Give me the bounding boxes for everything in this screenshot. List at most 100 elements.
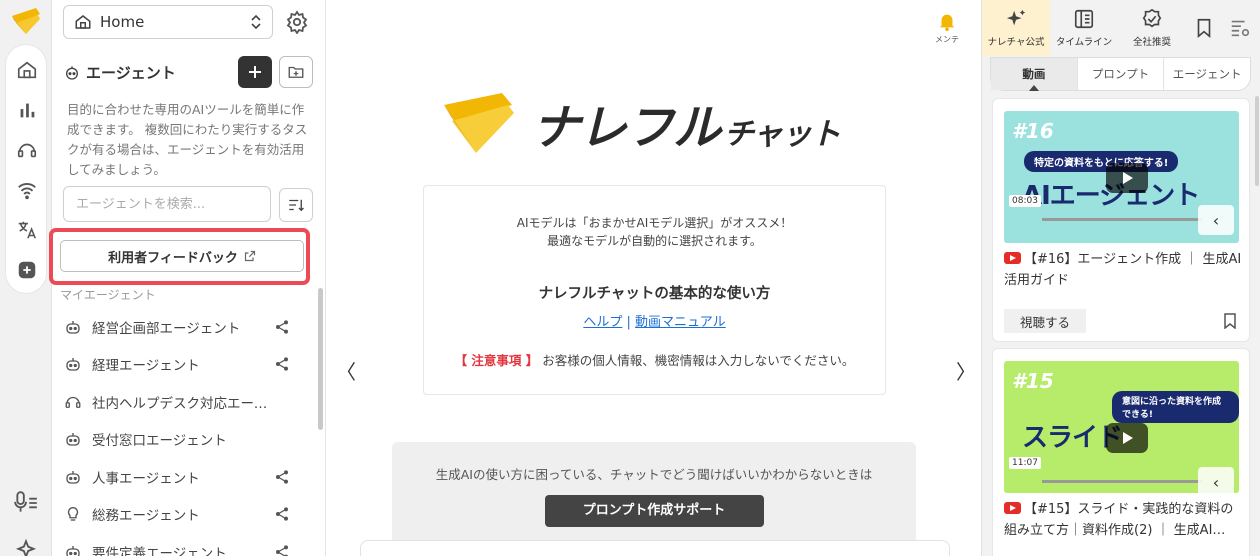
feedback-button[interactable]: 利用者フィードバック bbox=[60, 240, 304, 272]
add-icon[interactable] bbox=[6, 251, 48, 289]
brand-main: ナレフル bbox=[532, 100, 721, 156]
video-progress[interactable] bbox=[1042, 218, 1202, 221]
badge-check-icon bbox=[1142, 8, 1162, 28]
agent-list-item[interactable]: 経営企画部エージェント bbox=[52, 308, 314, 346]
plus-icon bbox=[249, 66, 261, 78]
voice-list-icon[interactable] bbox=[13, 490, 39, 516]
bookmark-icon[interactable] bbox=[1223, 313, 1237, 329]
chat-input[interactable] bbox=[360, 540, 950, 556]
feedback-label: 利用者フィードバック bbox=[108, 250, 238, 266]
rail-nav bbox=[5, 44, 47, 294]
agent-search-input[interactable] bbox=[63, 186, 271, 222]
carousel-prev-button[interactable]: 〈 bbox=[336, 356, 356, 385]
sort-icon bbox=[289, 199, 304, 212]
model-tip-line2: 最適なモデルが自動的に選択されます。 bbox=[547, 234, 762, 248]
translate-icon[interactable] bbox=[6, 211, 48, 249]
home-icon bbox=[75, 15, 91, 29]
updown-chevron-icon bbox=[251, 14, 261, 30]
agent-list-item[interactable]: 受付窓口エージェント bbox=[52, 421, 314, 459]
notice: 【 注意事項 】 お客様の個人情報、機密情報は入力しないでください。 bbox=[424, 350, 885, 369]
agent-list-item[interactable]: 経理エージェント bbox=[52, 346, 314, 384]
app-logo-icon[interactable] bbox=[10, 6, 44, 36]
headset-icon[interactable] bbox=[6, 131, 48, 169]
create-agent-button[interactable] bbox=[238, 56, 272, 88]
new-folder-button[interactable] bbox=[279, 56, 313, 88]
wifi-icon[interactable] bbox=[6, 171, 48, 209]
video-card[interactable]: #16 特定の資料をもとに応答する! AIエージェント 08:03 ‹ 【#16… bbox=[992, 98, 1250, 342]
help-link[interactable]: ヘルプ bbox=[583, 315, 622, 330]
sparkle-icon[interactable] bbox=[13, 538, 39, 556]
episode-badge: #15 bbox=[1012, 369, 1054, 393]
video-duration: 11:07 bbox=[1009, 457, 1041, 469]
agent-name: 人事エージェント bbox=[92, 470, 200, 487]
video-thumbnail[interactable]: #16 特定の資料をもとに応答する! AIエージェント 08:03 ‹ bbox=[1004, 111, 1239, 243]
headset-icon bbox=[65, 396, 81, 408]
video-duration: 08:03 bbox=[1009, 195, 1041, 207]
agent-sidebar: Home エージェント 目的に合わせた専用のAIツールを簡単に作成できます。 複… bbox=[49, 0, 326, 556]
agent-list-item[interactable]: 要件定義エージェント bbox=[52, 533, 314, 556]
tab-recommended[interactable]: 全社推奨 bbox=[1118, 0, 1186, 56]
video-thumbnail[interactable]: #15 意図に沿った資料を作成できる! スライド 11:07 ‹ bbox=[1004, 361, 1239, 493]
tab-official[interactable]: ナレチャ公式 bbox=[982, 0, 1050, 56]
agent-name: 経理エージェント bbox=[92, 358, 200, 375]
agent-name: 社内ヘルプデスク対応エージェント bbox=[92, 395, 274, 412]
settings-list-tab[interactable] bbox=[1222, 0, 1258, 56]
sort-button[interactable] bbox=[279, 188, 313, 222]
share-icon[interactable] bbox=[274, 356, 290, 372]
share-icon[interactable] bbox=[274, 506, 290, 522]
agent-list-item[interactable]: 総務エージェント bbox=[52, 496, 314, 534]
youtube-icon bbox=[1004, 252, 1021, 264]
share-icon[interactable] bbox=[274, 544, 290, 556]
lightbulb-icon bbox=[67, 507, 79, 521]
workspace-select[interactable]: Home bbox=[63, 5, 273, 39]
subtab-agent[interactable]: エージェント bbox=[1164, 58, 1250, 90]
share-icon[interactable] bbox=[274, 469, 290, 485]
video-manual-link[interactable]: 動画マニュアル bbox=[635, 315, 726, 330]
agent-list-item[interactable]: 人事エージェント bbox=[52, 458, 314, 496]
main-content: メンテ ナレフル チャット AIモデルは「おまかせAIモデル選択」がオススメ！ 最… bbox=[326, 0, 981, 556]
prompt-support-button[interactable]: プロンプト作成サポート bbox=[544, 495, 764, 527]
home-icon[interactable] bbox=[6, 51, 48, 89]
video-card[interactable]: #15 意図に沿った資料を作成できる! スライド 11:07 ‹ 【#15】スラ… bbox=[992, 348, 1250, 556]
youtube-icon bbox=[1004, 502, 1021, 514]
subtab-video[interactable]: 動画 bbox=[991, 58, 1078, 91]
watch-button[interactable]: 視聴する bbox=[1004, 309, 1086, 333]
robot-icon bbox=[66, 545, 80, 556]
robot-icon bbox=[66, 320, 80, 334]
brand-sub: チャット bbox=[724, 117, 841, 152]
maintenance-bell[interactable]: メンテ bbox=[934, 10, 960, 44]
brand-mark-icon bbox=[444, 93, 514, 153]
video-progress[interactable] bbox=[1042, 480, 1202, 483]
video-title-text: 【#16】エージェント作成 ｜ 生成AI活用ガイド bbox=[1004, 252, 1242, 288]
play-icon[interactable] bbox=[1106, 423, 1148, 453]
app-window: Home エージェント 目的に合わせた専用のAIツールを簡単に作成できます。 複… bbox=[0, 0, 1260, 556]
agent-name: 要件定義エージェント bbox=[92, 545, 227, 556]
video-title[interactable]: 【#16】エージェント作成 ｜ 生成AI活用ガイド bbox=[1004, 249, 1244, 291]
agent-name: 経営企画部エージェント bbox=[92, 320, 241, 337]
agent-list-item[interactable]: 社内ヘルプデスク対応エージェント bbox=[52, 383, 314, 421]
sparkle-icon bbox=[1006, 9, 1026, 26]
carousel-next-button[interactable]: 〉 bbox=[956, 356, 976, 385]
agent-name: 受付窓口エージェント bbox=[92, 433, 227, 450]
robot-icon bbox=[66, 65, 78, 80]
subtab-prompt[interactable]: プロンプト bbox=[1078, 58, 1165, 90]
right-tabs: ナレチャ公式 タイムライン 全社推奨 bbox=[982, 0, 1260, 56]
tab-timeline[interactable]: タイムライン bbox=[1050, 0, 1118, 56]
robot-icon bbox=[66, 358, 80, 371]
bar-chart-icon[interactable] bbox=[6, 91, 48, 129]
chevron-left-icon[interactable]: ‹ bbox=[1198, 467, 1234, 493]
share-icon[interactable] bbox=[274, 319, 290, 335]
sidebar-scrollbar[interactable] bbox=[318, 288, 323, 430]
bookmark-tab[interactable] bbox=[1186, 0, 1222, 56]
video-title[interactable]: 【#15】スライド・実践的な資料の組み立て方｜資料作成(2) ｜ 生成AI… bbox=[1004, 499, 1244, 541]
notice-tag: 【 注意事項 】 bbox=[454, 353, 539, 368]
gear-icon[interactable] bbox=[285, 10, 309, 34]
brand-logo: ナレフル チャット bbox=[442, 90, 862, 156]
chevron-left-icon[interactable]: ‹ bbox=[1198, 205, 1234, 235]
link-separator: | bbox=[626, 315, 631, 330]
folder-plus-icon bbox=[288, 66, 304, 78]
tab-timeline-label: タイムライン bbox=[1055, 37, 1113, 48]
play-icon[interactable] bbox=[1106, 163, 1148, 193]
right-scrollbar[interactable] bbox=[1255, 96, 1259, 186]
thumbnail-headline: 意図に沿った資料を作成できる! bbox=[1112, 391, 1239, 423]
